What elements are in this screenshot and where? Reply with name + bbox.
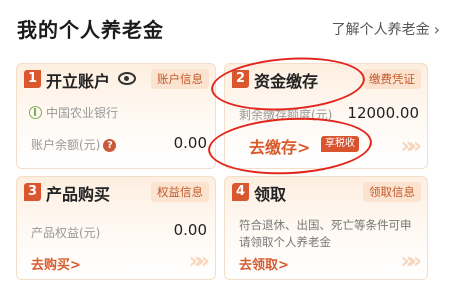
chevron-right-icon: › bbox=[433, 19, 440, 39]
withdraw-card[interactable]: 4 领取 领取信息 符合退休、出国、死亡等条件可申请领取个人养老金 去领取> »… bbox=[224, 176, 428, 280]
withdraw-description: 符合退休、出国、死亡等条件可申请领取个人养老金 bbox=[239, 218, 412, 249]
step-number: 4 bbox=[232, 183, 249, 201]
card-title: 开立账户 bbox=[46, 72, 111, 91]
learn-more-link[interactable]: 了解个人养老金 › bbox=[332, 19, 440, 39]
open-account-card[interactable]: 1 开立账户 账户信息 中国农业银行 账户余额(元)? 0.00 bbox=[16, 63, 216, 169]
equity-label: 产品权益(元) bbox=[31, 226, 101, 240]
chevrons-decoration-icon: »» bbox=[188, 249, 211, 274]
product-purchase-card[interactable]: 3 产品购买 权益信息 产品权益(元) 0.00 去购买> »» bbox=[16, 176, 216, 280]
page-title: 我的个人养老金 bbox=[17, 18, 164, 42]
equity-value: 0.00 bbox=[173, 221, 207, 239]
balance-value: 0.00 bbox=[173, 134, 207, 152]
chevrons-decoration-icon: »» bbox=[400, 134, 423, 159]
step-number: 1 bbox=[24, 70, 41, 88]
help-icon[interactable]: ? bbox=[103, 139, 117, 152]
card-title: 产品购买 bbox=[46, 185, 111, 204]
learn-more-label: 了解个人养老金 bbox=[331, 22, 430, 38]
equity-info-tag[interactable]: 权益信息 bbox=[151, 182, 209, 202]
account-info-tag[interactable]: 账户信息 bbox=[151, 69, 209, 89]
bank-name: 中国农业银行 bbox=[29, 104, 118, 121]
go-withdraw-button[interactable]: 去领取> bbox=[239, 254, 289, 273]
eye-icon[interactable] bbox=[118, 72, 136, 85]
balance-label-row: 账户余额(元)? bbox=[31, 136, 117, 153]
chevrons-decoration-icon: »» bbox=[400, 249, 423, 274]
balance-label: 账户余额(元) bbox=[31, 138, 101, 152]
payment-voucher-tag[interactable]: 缴费凭证 bbox=[363, 69, 421, 89]
card-title: 领取 bbox=[254, 185, 287, 204]
go-purchase-button[interactable]: 去购买> bbox=[31, 254, 81, 273]
bank-logo-icon bbox=[29, 106, 42, 119]
step-number: 3 bbox=[24, 183, 41, 201]
remaining-quota-value: 12000.00 bbox=[347, 104, 419, 122]
withdraw-info-tag[interactable]: 领取信息 bbox=[363, 182, 421, 202]
bank-label: 中国农业银行 bbox=[46, 106, 119, 120]
page-header: 我的个人养老金 了解个人养老金 › bbox=[0, 0, 452, 56]
